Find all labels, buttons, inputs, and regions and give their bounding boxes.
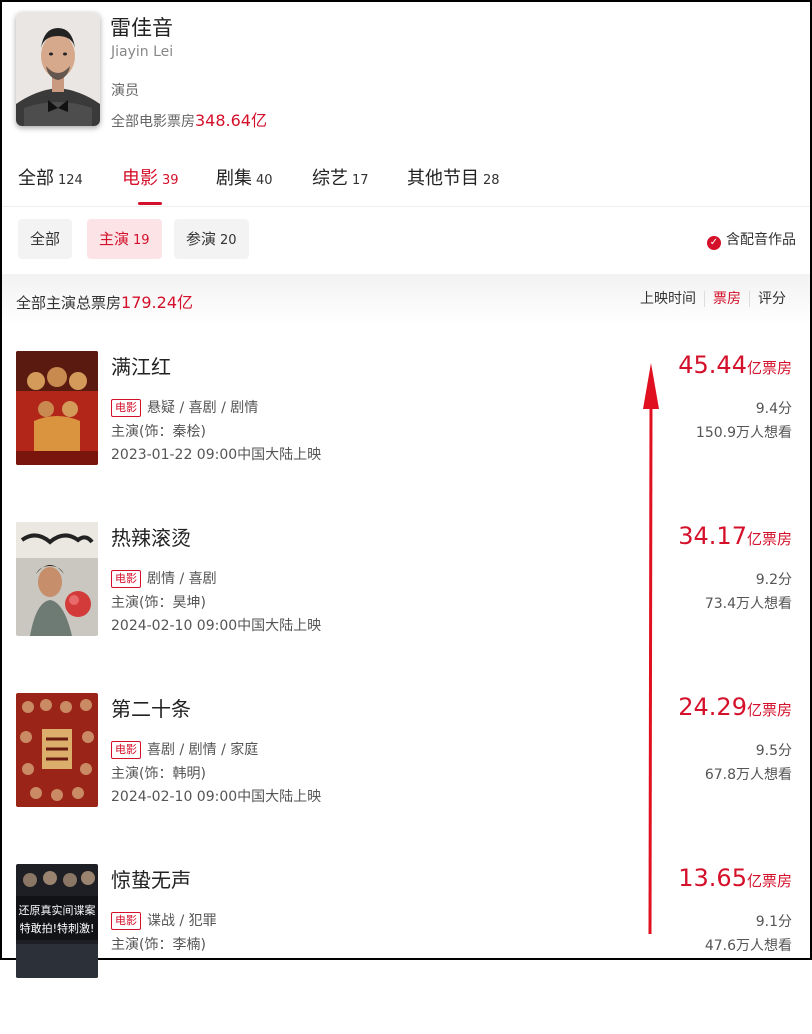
movie-want-to-see: 73.4万人想看 — [704, 596, 792, 612]
movie-box-value: 24.29 — [678, 693, 747, 721]
movie-score: 9.5分 — [755, 743, 792, 759]
movie-box-office: 24.29亿票房 — [678, 693, 792, 721]
movie-score: 9.4分 — [755, 401, 792, 417]
movie-genres: 电影 悬疑 / 喜剧 / 剧情 — [111, 397, 258, 417]
movie-genres: 电影 剧情 / 喜剧 — [111, 568, 217, 588]
movie-release-date: 2024-02-10 09:00中国大陆上映 — [111, 618, 322, 634]
movie-box-value: 13.65 — [678, 864, 747, 892]
movie-genres-text: 喜剧 / 剧情 / 家庭 — [147, 742, 259, 758]
tab-count: 124 — [58, 173, 83, 188]
artist-role: 演员 — [111, 83, 139, 99]
movie-role: 主演(饰：昊坤) — [111, 595, 206, 611]
movie-box-value: 45.44 — [678, 351, 747, 379]
filter-label: 主演 — [99, 230, 130, 248]
movie-box-unit: 亿票房 — [746, 872, 792, 890]
movie-poster[interactable] — [16, 693, 98, 807]
movie-box-unit: 亿票房 — [746, 701, 792, 719]
tab-count: 39 — [162, 173, 179, 188]
filter-label: 参演 — [186, 230, 217, 248]
category-tabs: 全部 124 电影 39 剧集 40 综艺 17 其他节目 28 — [2, 152, 810, 207]
filter-count: 19 — [133, 233, 150, 248]
movie-genres-text: 悬疑 / 喜剧 / 剧情 — [147, 400, 259, 416]
sort-by-box-office[interactable]: 票房 — [704, 291, 749, 307]
tab-variety[interactable]: 综艺 17 — [312, 164, 369, 190]
total-box-office-value: 348.64亿 — [195, 111, 267, 130]
movie-item[interactable]: 第二十条 电影 喜剧 / 剧情 / 家庭 主演(饰：韩明) 2024-02-10 … — [2, 693, 810, 863]
total-box-office: 全部电影票房348.64亿 — [111, 107, 267, 131]
movie-score: 9.1分 — [755, 914, 792, 930]
movie-title: 热辣滚烫 — [111, 526, 191, 550]
summary-label: 全部主演总票房 — [16, 294, 122, 312]
check-icon: ✓ — [707, 236, 721, 250]
poster-text-line-1: 还原真实间谍案 — [19, 903, 96, 917]
filter-all[interactable]: 全部 — [18, 219, 73, 259]
movie-poster[interactable] — [16, 351, 98, 465]
movie-box-office: 45.44亿票房 — [678, 351, 792, 379]
movie-poster[interactable]: 还原真实间谍案 特敢拍!特刺激! — [16, 864, 98, 978]
movie-score: 9.2分 — [755, 572, 792, 588]
tab-label: 电影 — [122, 168, 158, 189]
movie-role: 主演(饰：韩明) — [111, 766, 206, 782]
movie-box-value: 34.17 — [678, 522, 747, 550]
tab-other[interactable]: 其他节目 28 — [407, 164, 500, 190]
sort-by-release[interactable]: 上映时间 — [632, 291, 704, 307]
active-tab-indicator — [138, 202, 162, 205]
movie-box-unit: 亿票房 — [746, 530, 792, 548]
lead-total-box-office: 全部主演总票房179.24亿 — [16, 289, 193, 313]
tab-label: 剧集 — [216, 168, 252, 189]
movie-title: 满江红 — [111, 355, 171, 379]
summary-value: 179.24亿 — [121, 293, 194, 312]
movie-genres-text: 剧情 / 喜剧 — [147, 571, 217, 587]
movie-box-unit: 亿票房 — [746, 359, 792, 377]
artist-name: 雷佳音 — [110, 16, 173, 40]
movie-genres-text: 谍战 / 犯罪 — [147, 913, 217, 929]
role-filters: 全部 主演 19 参演 20 ✓ 含配音作品 — [2, 207, 810, 271]
movie-role: 主演(饰：李楠) — [111, 937, 206, 953]
movie-type-tag: 电影 — [111, 741, 141, 759]
filter-count: 20 — [220, 233, 237, 248]
avatar[interactable] — [16, 12, 100, 126]
movie-item[interactable]: 热辣滚烫 电影 剧情 / 喜剧 主演(饰：昊坤) 2024-02-10 09:00… — [2, 522, 810, 692]
movie-box-office: 34.17亿票房 — [678, 522, 792, 550]
include-dubbing-toggle[interactable]: ✓ 含配音作品 — [707, 229, 796, 250]
tab-label: 综艺 — [312, 168, 348, 189]
movie-genres: 电影 谍战 / 犯罪 — [111, 910, 217, 930]
tab-count: 28 — [483, 173, 500, 188]
sort-by-rating[interactable]: 评分 — [749, 291, 794, 307]
movie-want-to-see: 47.6万人想看 — [704, 938, 792, 954]
summary-bar: 全部主演总票房179.24亿 上映时间 票房 评分 — [2, 274, 810, 326]
tab-movies[interactable]: 电影 39 — [122, 164, 179, 190]
tab-series[interactable]: 剧集 40 — [216, 164, 273, 190]
movie-release-date: 2024-02-10 09:00中国大陆上映 — [111, 789, 322, 805]
movie-box-office: 13.65亿票房 — [678, 864, 792, 892]
poster-text-line-2: 特敢拍!特刺激! — [20, 921, 95, 935]
filter-lead[interactable]: 主演 19 — [87, 219, 162, 259]
movie-type-tag: 电影 — [111, 399, 141, 417]
tab-count: 17 — [352, 173, 369, 188]
movie-title: 惊蛰无声 — [111, 868, 191, 892]
movie-poster[interactable] — [16, 522, 98, 636]
movie-type-tag: 电影 — [111, 570, 141, 588]
include-dubbing-label: 含配音作品 — [726, 232, 796, 248]
movie-want-to-see: 67.8万人想看 — [704, 767, 792, 783]
sort-options: 上映时间 票房 评分 — [632, 288, 794, 308]
filter-label: 全部 — [30, 230, 61, 248]
movie-role: 主演(饰：秦桧) — [111, 424, 206, 440]
filter-supporting[interactable]: 参演 20 — [174, 219, 249, 259]
movie-title: 第二十条 — [111, 697, 191, 721]
tab-count: 40 — [256, 173, 273, 188]
total-box-office-label: 全部电影票房 — [111, 114, 195, 130]
tab-label: 其他节目 — [407, 168, 479, 189]
tab-all[interactable]: 全部 124 — [18, 164, 83, 190]
movie-item[interactable]: 还原真实间谍案 特敢拍!特刺激! 惊蛰无声 电影 谍战 / 犯罪 主演(饰：李楠)… — [2, 864, 810, 1034]
movie-type-tag: 电影 — [111, 912, 141, 930]
movie-release-date: 2023-01-22 09:00中国大陆上映 — [111, 447, 322, 463]
artist-english-name: Jiayin Lei — [111, 44, 174, 60]
movie-item[interactable]: 满江红 电影 悬疑 / 喜剧 / 剧情 主演(饰：秦桧) 2023-01-22 0… — [2, 351, 810, 521]
artist-header: 雷佳音 Jiayin Lei 演员 全部电影票房348.64亿 — [2, 2, 810, 152]
movie-genres: 电影 喜剧 / 剧情 / 家庭 — [111, 739, 258, 759]
tab-label: 全部 — [18, 168, 54, 189]
movie-want-to-see: 150.9万人想看 — [695, 425, 792, 441]
